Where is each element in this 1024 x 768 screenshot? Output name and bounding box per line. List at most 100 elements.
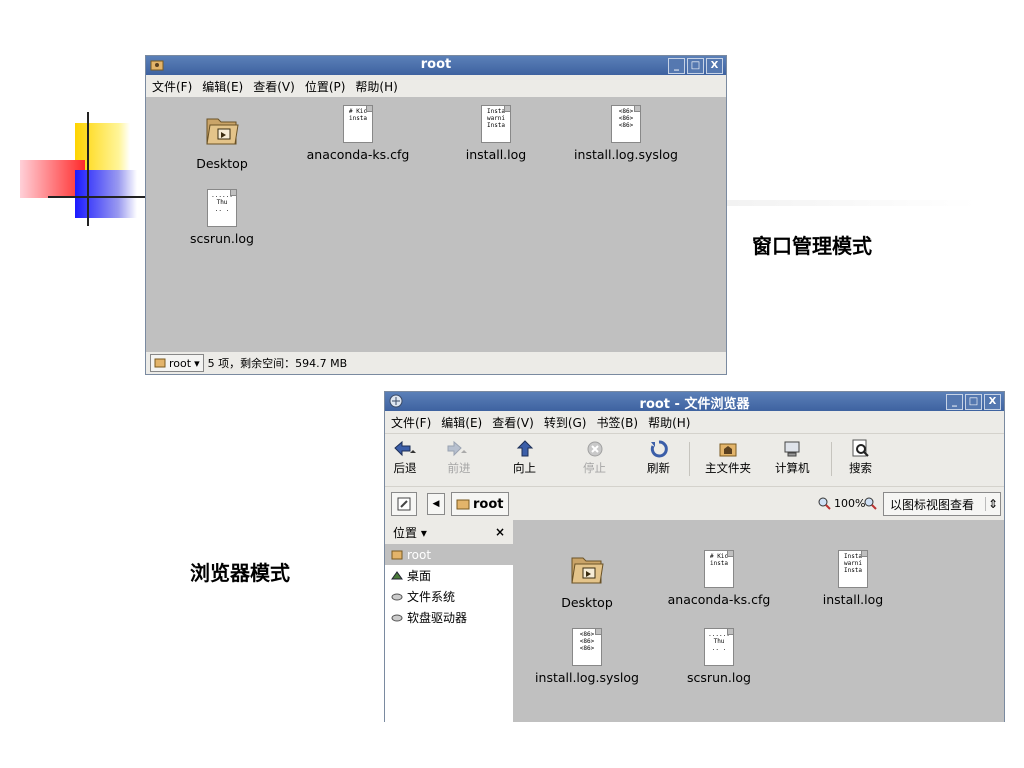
up-button[interactable]: 向上 (513, 438, 536, 476)
zoom-in-icon (864, 497, 877, 510)
caption-browser-mode: 浏览器模式 (190, 561, 290, 585)
back-button[interactable]: 后退 (393, 438, 417, 476)
sidebar-item-floppy[interactable]: 软盘驱动器 (385, 607, 513, 628)
file-item-install-log-syslog[interactable]: <86> <86> <86> install.log.syslog (566, 105, 686, 162)
text-file-icon: <86> <86> <86> (572, 628, 602, 666)
spinner-arrows-icon: ⇕ (985, 497, 1000, 511)
title-bar[interactable]: root - 文件浏览器 _ □ X (385, 392, 1004, 412)
file-label: anaconda-ks.cfg (306, 147, 410, 162)
edit-location-button[interactable] (391, 492, 417, 516)
file-label: install.log (822, 592, 884, 607)
menu-bar: 文件(F) 编辑(E) 查看(V) 转到(G) 书签(B) 帮助(H) (385, 411, 1004, 433)
close-button[interactable]: X (706, 58, 723, 74)
drive-icon (391, 593, 403, 600)
folder-icon (206, 118, 239, 145)
reload-label: 刷新 (647, 461, 670, 475)
sidebar: 位置 ▾ × root 桌面 文件系统 软盘驱动器 (385, 520, 514, 722)
file-label: anaconda-ks.cfg (667, 592, 771, 607)
zoom-in-button[interactable] (863, 496, 877, 513)
home-button[interactable]: 主文件夹 (705, 438, 751, 476)
window-title: root (420, 57, 452, 72)
status-bar: root ▾ 5 项，剩余空间：594.7 MB (146, 352, 726, 374)
toolbar-separator (689, 442, 690, 476)
file-item-install-log-syslog[interactable]: <86> <86> <86> install.log.syslog (527, 628, 647, 685)
maximize-button[interactable]: □ (965, 394, 982, 410)
file-item-desktop[interactable]: Desktop (527, 550, 647, 610)
file-label: install.log.syslog (535, 670, 639, 685)
title-bar[interactable]: root _ □ X (146, 56, 726, 75)
stop-label: 停止 (583, 461, 606, 475)
sidebar-item-root[interactable]: root (385, 544, 513, 565)
menu-places[interactable]: 位置(P) (305, 78, 346, 95)
home-folder-icon (456, 499, 470, 510)
menu-go[interactable]: 转到(G) (544, 414, 587, 431)
file-item-scsrun-log[interactable]: ...... Thu .. . scsrun.log (659, 628, 779, 685)
menu-help[interactable]: 帮助(H) (648, 414, 690, 431)
file-item-desktop[interactable]: Desktop (162, 111, 282, 171)
location-bar: ◀ root 100% 以图标视图查看 ⇕ (385, 486, 1004, 521)
menu-edit[interactable]: 编辑(E) (202, 78, 243, 95)
file-item-anaconda-ks-cfg[interactable]: # Kic insta anaconda-ks.cfg (298, 105, 418, 162)
zoom-out-icon (818, 497, 831, 510)
menu-file[interactable]: 文件(F) (152, 78, 192, 95)
reload-button[interactable]: 刷新 (647, 438, 670, 476)
maximize-button[interactable]: □ (687, 58, 704, 74)
menu-file[interactable]: 文件(F) (391, 414, 431, 431)
file-item-anaconda-ks-cfg[interactable]: # Kic insta anaconda-ks.cfg (659, 550, 779, 607)
home-folder-icon (154, 358, 166, 368)
text-file-icon: ...... Thu .. . (704, 628, 734, 666)
search-label: 搜索 (849, 461, 872, 475)
slide-logo-vertical-line (87, 112, 89, 226)
menu-edit[interactable]: 编辑(E) (441, 414, 482, 431)
minimize-button[interactable]: _ (946, 394, 963, 410)
file-label: scsrun.log (687, 670, 751, 685)
zoom-level[interactable]: 100% (834, 497, 865, 510)
stop-button[interactable]: 停止 (583, 438, 606, 476)
zoom-out-button[interactable] (817, 496, 831, 513)
path-back-button[interactable]: ◀ (427, 493, 445, 515)
file-label: Desktop (561, 595, 613, 610)
icon-view: Desktop # Kic insta anaconda-ks.cfg Inst… (513, 520, 1004, 722)
menu-view[interactable]: 查看(V) (253, 78, 295, 95)
slide-logo-horizontal-line (48, 196, 148, 198)
toolbar-separator (831, 442, 832, 476)
icon-view: Desktop # Kic insta anaconda-ks.cfg Inst… (146, 97, 726, 352)
location-dropdown[interactable]: root ▾ (150, 354, 204, 372)
home-folder-icon (391, 550, 403, 559)
menu-view[interactable]: 查看(V) (492, 414, 534, 431)
close-button[interactable]: X (984, 394, 1001, 410)
forward-button[interactable]: 前进 (447, 438, 471, 476)
folder-icon (571, 557, 604, 584)
up-arrow-icon (516, 440, 533, 457)
sidebar-close-button[interactable]: × (495, 525, 505, 539)
file-item-install-log[interactable]: Insta warni Insta install.log (436, 105, 556, 162)
text-file-icon: # Kic insta (343, 105, 373, 143)
view-mode-label: 以图标视图查看 (890, 497, 975, 512)
floppy-drive-icon (391, 614, 403, 621)
menu-bookmarks[interactable]: 书签(B) (596, 414, 638, 431)
file-item-scsrun-log[interactable]: ...... Thu .. . scsrun.log (162, 189, 282, 246)
sidebar-places-dropdown[interactable]: 位置 ▾ (393, 524, 427, 541)
sidebar-item-filesystem[interactable]: 文件系统 (385, 586, 513, 607)
slide-divider (727, 200, 977, 206)
menu-help[interactable]: 帮助(H) (355, 78, 397, 95)
file-manager-window: root _ □ X 文件(F) 编辑(E) 查看(V) 位置(P) 帮助(H)… (145, 55, 727, 375)
home-folder-icon (719, 443, 737, 457)
text-file-icon: Insta warni Insta (481, 105, 511, 143)
status-text: 5 项，剩余空间：594.7 MB (207, 357, 348, 370)
sidebar-item-desktop[interactable]: 桌面 (385, 565, 513, 586)
path-root-label: root (473, 496, 504, 512)
desktop-icon (391, 570, 403, 579)
path-root-button[interactable]: root (451, 492, 509, 516)
window-title: root - 文件浏览器 (639, 397, 750, 412)
file-item-install-log[interactable]: Insta warni Insta install.log (793, 550, 913, 607)
stop-icon (587, 441, 602, 457)
menu-bar: 文件(F) 编辑(E) 查看(V) 位置(P) 帮助(H) (146, 75, 726, 97)
forward-label: 前进 (447, 461, 471, 475)
computer-button[interactable]: 计算机 (775, 438, 810, 476)
minimize-button[interactable]: _ (668, 58, 685, 74)
text-file-icon: Insta warni Insta (838, 550, 868, 588)
search-button[interactable]: 搜索 (849, 438, 872, 476)
toolbar: 后退 前进 向上 停止 刷新 主文件夹 计算机 搜索 (385, 433, 1004, 486)
view-mode-select[interactable]: 以图标视图查看 ⇕ (883, 492, 1001, 516)
